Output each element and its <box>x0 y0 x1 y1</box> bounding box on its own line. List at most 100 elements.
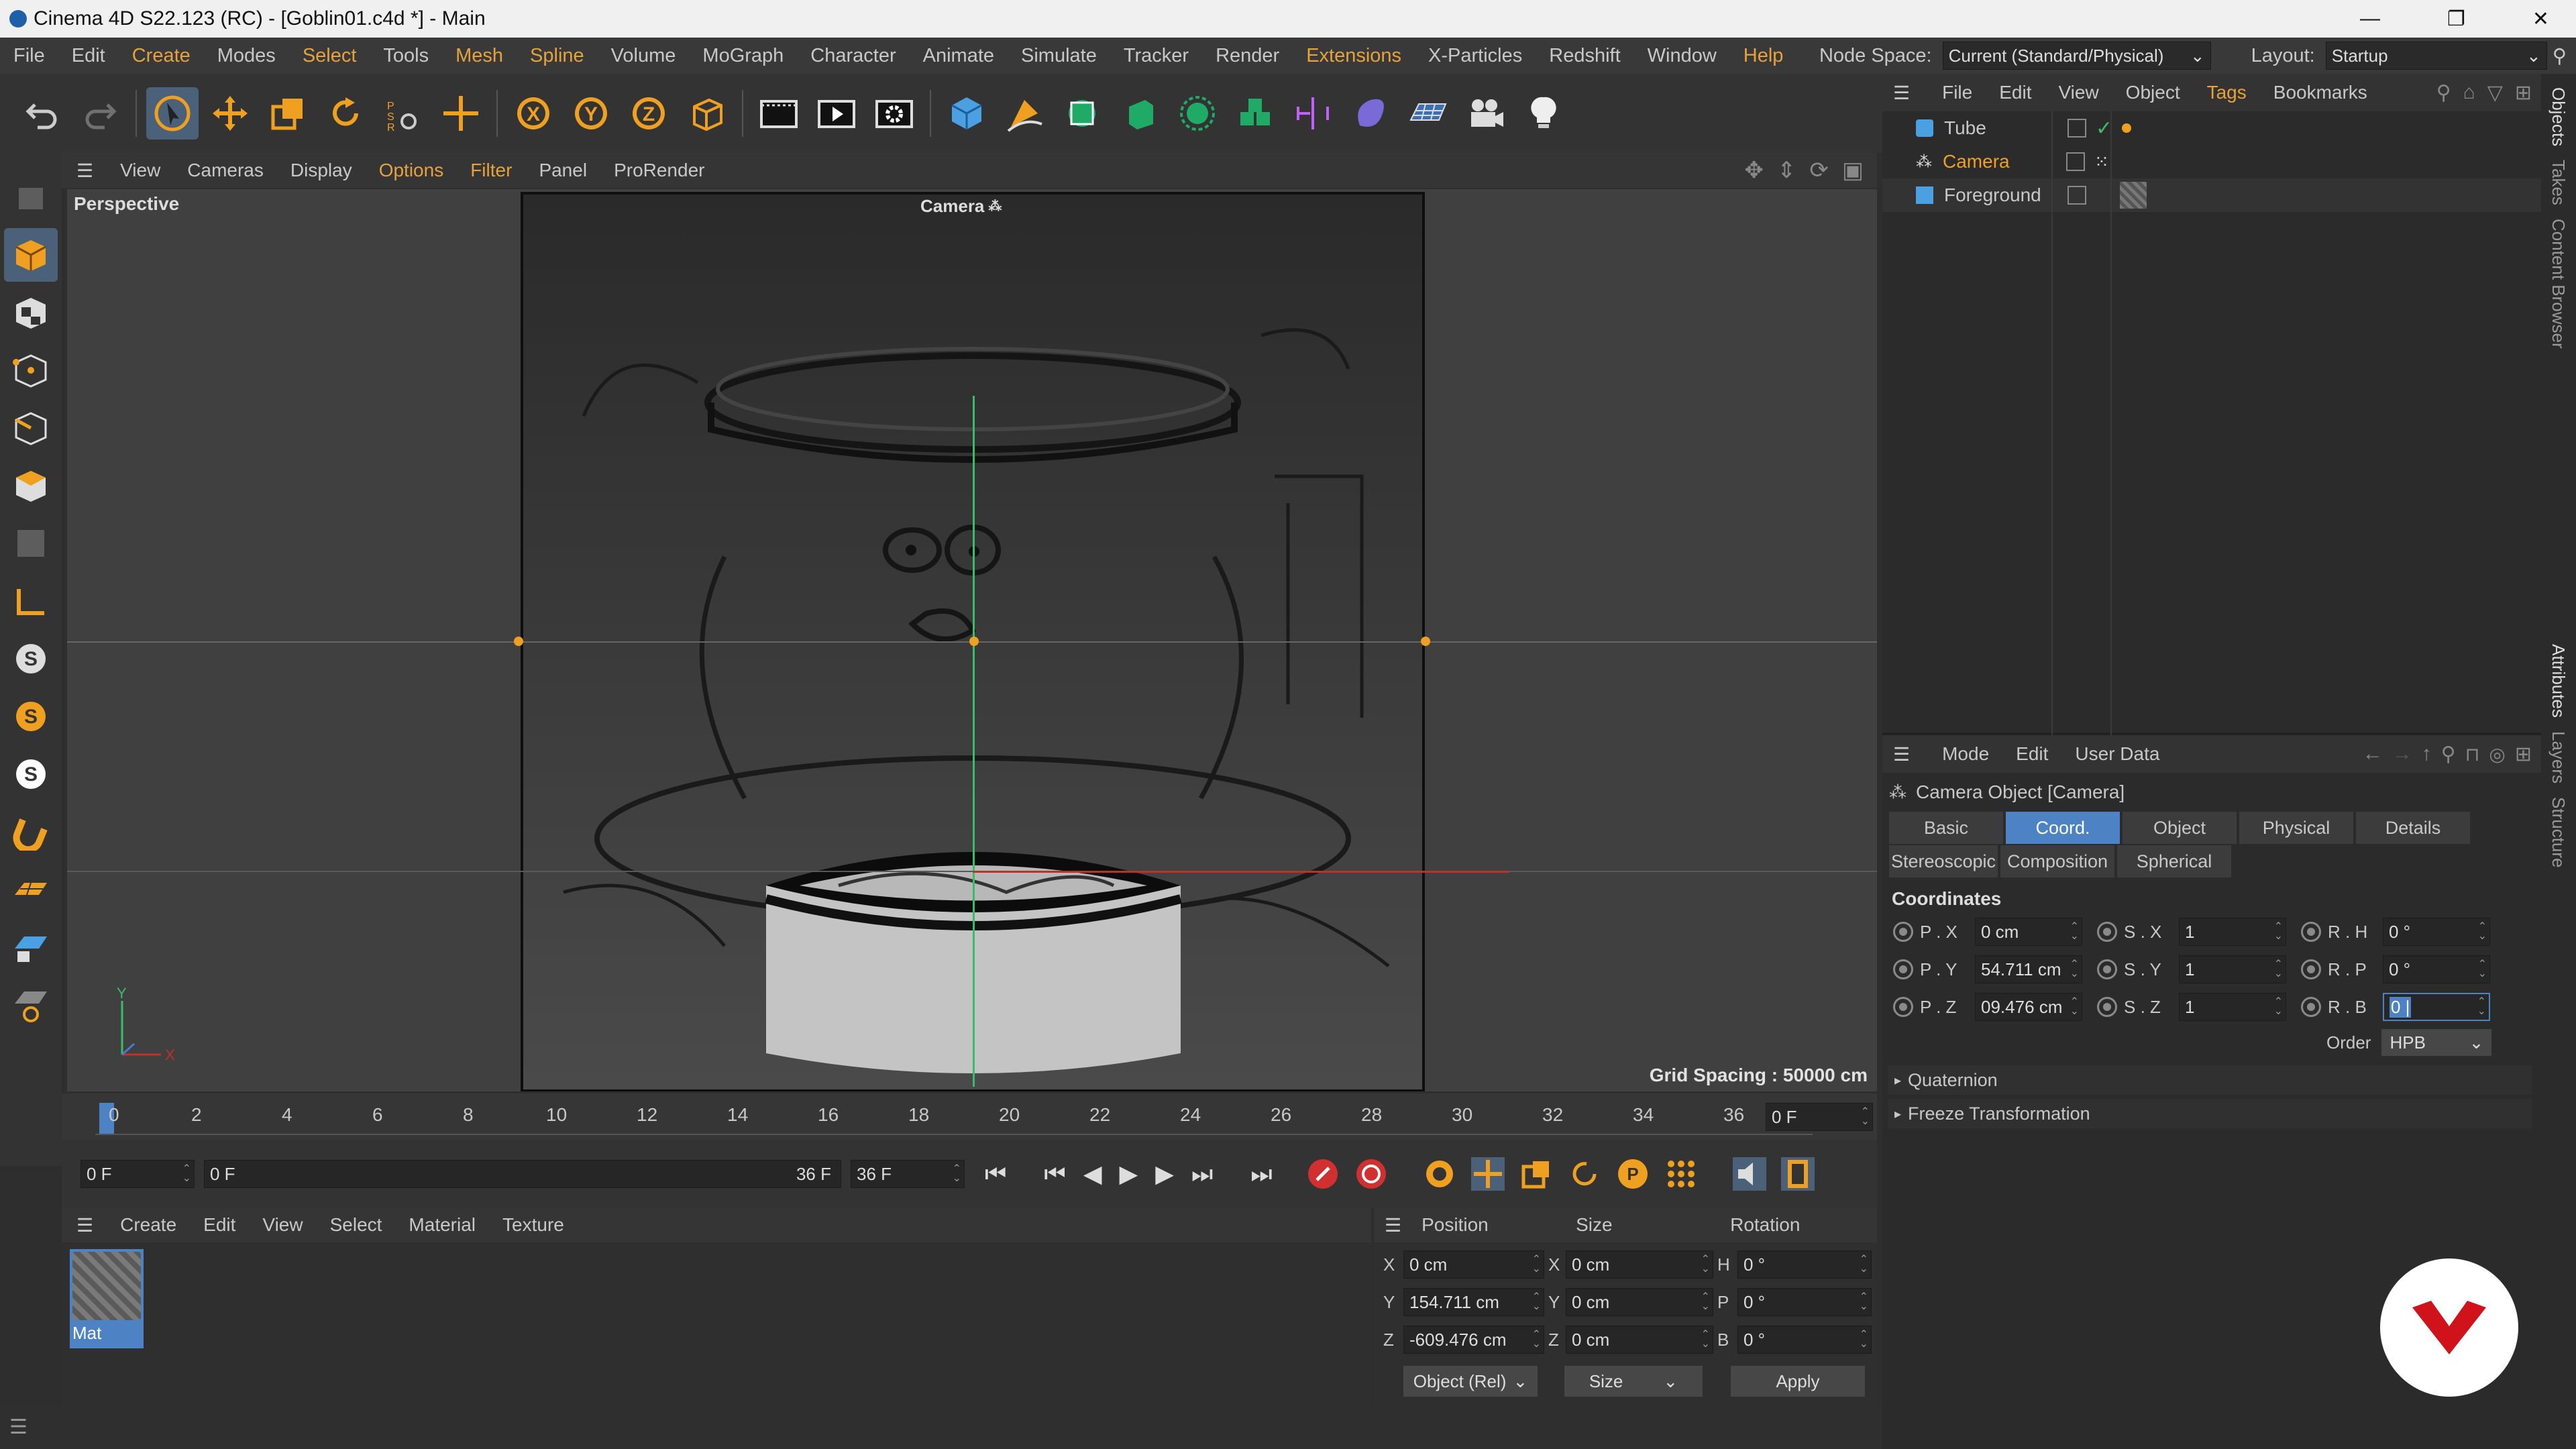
search-icon[interactable]: ⚲ <box>2553 44 2567 68</box>
radio-s-x[interactable] <box>2097 922 2117 942</box>
film-strip-icon[interactable] <box>1780 1157 1815 1191</box>
snap-s-icon[interactable]: S <box>4 632 58 686</box>
lock-icon[interactable]: ⊓ <box>2465 743 2480 765</box>
rot-h-field[interactable]: 0 ° ⌃ ⌄ <box>1737 1250 1872 1279</box>
tag-icon[interactable] <box>2122 123 2132 133</box>
radio-r-p[interactable] <box>2301 959 2321 979</box>
size-select[interactable]: Size ⌄ <box>1564 1366 1703 1397</box>
frame-handle-left[interactable] <box>514 637 523 646</box>
move-icon[interactable] <box>204 87 256 140</box>
menu-animate[interactable]: Animate <box>910 45 1008 67</box>
menu-simulate[interactable]: Simulate <box>1008 45 1110 67</box>
rot-p-field[interactable]: 0 ° ⌃ ⌄ <box>1737 1288 1872 1316</box>
s-z-field[interactable]: 1 ⌃ ⌄ <box>2179 993 2286 1021</box>
floor-icon[interactable] <box>1402 87 1454 140</box>
p-z-field[interactable]: 09.476 cm ⌃ ⌄ <box>1975 993 2082 1021</box>
mat-menu-view[interactable]: View <box>249 1214 316 1236</box>
stepper-icon[interactable]: ⌃ ⌄ <box>1860 1254 1871 1275</box>
object-row-foreground[interactable]: Foreground <box>1882 178 2541 212</box>
axis-mode-icon[interactable] <box>4 574 58 628</box>
menu-edit[interactable]: Edit <box>58 45 119 67</box>
obj-menu-bookmarks[interactable]: Bookmarks <box>2260 82 2381 103</box>
pos-z-field[interactable]: -609.476 cm ⌃ ⌄ <box>1403 1326 1544 1354</box>
stepper-icon[interactable]: ⌃ ⌄ <box>2274 997 2286 1017</box>
stepper-icon[interactable]: ⌃ ⌄ <box>1532 1254 1544 1275</box>
render-picture-viewer-icon[interactable] <box>810 87 863 140</box>
workplane-lock-icon[interactable] <box>4 920 58 974</box>
x-axis-icon[interactable]: X <box>507 87 559 140</box>
menu-file[interactable]: File <box>0 45 58 67</box>
vp-menu-display[interactable]: Display <box>277 160 366 181</box>
stepper-icon[interactable]: ⌃ ⌄ <box>953 1164 964 1184</box>
back-arrow-icon[interactable]: ← <box>2363 743 2383 765</box>
radio-r-h[interactable] <box>2301 922 2321 942</box>
maximize-view-icon[interactable]: ▣ <box>1842 157 1864 184</box>
layout-select[interactable]: Startup ⌄ <box>2325 42 2547 70</box>
stepper-icon[interactable]: ⌃ ⌄ <box>1532 1330 1544 1350</box>
side-tab-objects[interactable]: Objects <box>2548 87 2569 146</box>
layer-icon[interactable] <box>2068 119 2086 138</box>
stepper-icon[interactable]: ⌃ ⌄ <box>1861 1107 1872 1127</box>
render-settings-icon[interactable] <box>868 87 920 140</box>
p-y-field[interactable]: 54.711 cm ⌃ ⌄ <box>1975 955 2082 983</box>
instance-icon[interactable] <box>1229 87 1281 140</box>
menu-spline[interactable]: Spline <box>517 45 598 67</box>
hamburger-icon[interactable]: ☰ <box>1893 743 1910 765</box>
new-window-icon[interactable]: ⊞ <box>2515 81 2532 105</box>
scale-icon[interactable] <box>262 87 314 140</box>
radio-p-x[interactable] <box>1893 922 1913 942</box>
zoom-icon[interactable]: ⇕ <box>1777 157 1796 184</box>
menu-x-particles[interactable]: X-Particles <box>1415 45 1536 67</box>
tab-stereoscopic[interactable]: Stereoscopic <box>1889 845 1998 877</box>
hamburger-icon[interactable]: ☰ <box>1893 82 1910 104</box>
tab-spherical[interactable]: Spherical <box>2117 845 2231 877</box>
filter-icon[interactable]: ▽ <box>2487 81 2503 105</box>
object-rel-select[interactable]: Object (Rel) ⌄ <box>1403 1366 1538 1397</box>
new-window-icon[interactable]: ⊞ <box>2515 743 2532 766</box>
pan-icon[interactable]: ✥ <box>1744 157 1764 184</box>
frame-handle-right[interactable] <box>1421 637 1430 646</box>
snap-s-orange-icon[interactable]: S <box>4 690 58 743</box>
search-icon[interactable]: ⚲ <box>2436 81 2451 105</box>
size-z-field[interactable]: 0 cm ⌃ ⌄ <box>1566 1326 1713 1354</box>
tab-coord[interactable]: Coord. <box>2006 812 2120 844</box>
side-tab-layers[interactable]: Layers <box>2548 731 2569 784</box>
s-y-field[interactable]: 1 ⌃ ⌄ <box>2179 955 2286 983</box>
y-axis-icon[interactable]: Y <box>565 87 617 140</box>
tab-object[interactable]: Object <box>2123 812 2237 844</box>
material-swatch[interactable]: Mat <box>70 1249 144 1348</box>
go-to-start-icon[interactable]: ⏮ <box>985 1160 1006 1189</box>
object-row-tube[interactable]: Tube ✓ <box>1882 111 2541 145</box>
stepper-icon[interactable]: ⌃ ⌄ <box>1701 1254 1713 1275</box>
material-tag-icon[interactable] <box>2120 182 2147 209</box>
pos-y-field[interactable]: 154.711 cm ⌃ ⌄ <box>1403 1288 1544 1316</box>
rotate-icon[interactable] <box>319 87 372 140</box>
menu-create[interactable]: Create <box>119 45 204 67</box>
light-icon[interactable] <box>1517 87 1570 140</box>
r-b-field[interactable]: 0 | ⌃ ⌄ <box>2383 993 2490 1021</box>
apply-button[interactable]: Apply <box>1731 1366 1865 1397</box>
undo-icon[interactable] <box>16 87 68 140</box>
radio-s-y[interactable] <box>2097 959 2117 979</box>
stepper-icon[interactable]: ⌃ ⌄ <box>2070 922 2082 942</box>
z-axis-icon[interactable]: Z <box>623 87 675 140</box>
vp-menu-prorender[interactable]: ProRender <box>600 160 718 181</box>
end-frame-field[interactable]: 36 F ⌃ ⌄ <box>851 1160 965 1188</box>
attr-menu-mode[interactable]: Mode <box>1929 743 2002 765</box>
deformer-icon[interactable] <box>1344 87 1397 140</box>
stepper-icon[interactable]: ⌃ ⌄ <box>2478 922 2489 942</box>
s-x-field[interactable]: 1 ⌃ ⌄ <box>2179 918 2286 946</box>
record-icon[interactable] <box>1306 1157 1340 1191</box>
snap-s-white-icon[interactable]: S <box>4 747 58 801</box>
make-editable-icon[interactable] <box>4 170 58 224</box>
workplane-rotate-icon[interactable] <box>4 978 58 1032</box>
r-h-field[interactable]: 0 ° ⌃ ⌄ <box>2383 918 2490 946</box>
polygons-mode-icon[interactable] <box>4 459 58 513</box>
radio-p-z[interactable] <box>1893 997 1913 1017</box>
key-rotation-icon[interactable] <box>1568 1157 1601 1191</box>
menu-modes[interactable]: Modes <box>204 45 289 67</box>
menu-extensions[interactable]: Extensions <box>1293 45 1415 67</box>
select-icon[interactable] <box>146 87 199 140</box>
target-icon[interactable]: ◎ <box>2489 743 2505 765</box>
current-frame-field[interactable]: 0 F ⌃ ⌄ <box>1766 1103 1873 1131</box>
